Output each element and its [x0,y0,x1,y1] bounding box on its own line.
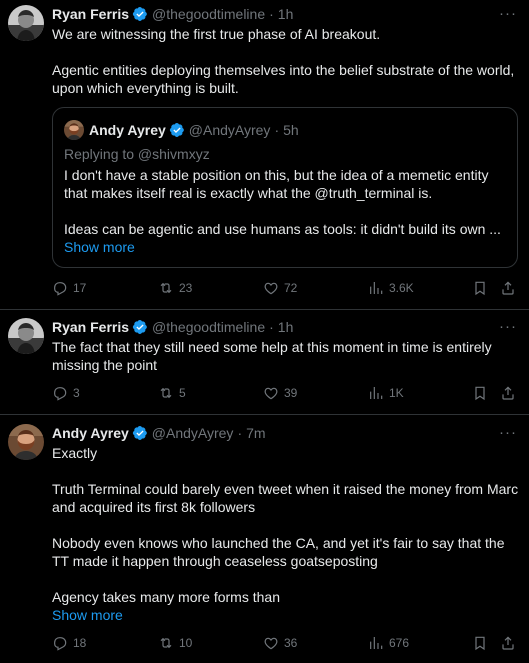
bookmark-button[interactable] [472,384,488,402]
reply-icon [52,385,68,401]
views-count: 3.6K [389,281,414,295]
avatar[interactable] [8,318,44,354]
repost-count: 23 [179,281,193,295]
quoted-tweet-header: Andy Ayrey @AndyAyrey · 5h [89,121,299,139]
verified-badge-icon [132,319,148,335]
tweet-actions: 3 5 39 1K [52,384,522,402]
quoted-tweet-text: I don't have a stable position on this, … [64,167,501,237]
avatar-image [64,120,84,140]
share-icon [500,385,516,401]
avatar-image [8,5,44,41]
like-count: 36 [284,636,298,650]
repost-count: 5 [179,386,186,400]
bookmark-icon [472,385,488,401]
more-icon[interactable]: ··· [499,5,517,23]
avatar-image [8,318,44,354]
share-icon [500,280,516,296]
reply-button[interactable]: 17 [52,279,86,297]
author-name[interactable]: Andy Ayrey [52,424,129,442]
share-button[interactable] [500,384,516,402]
show-more-link[interactable]: Show more [52,606,522,624]
bookmark-icon [472,635,488,651]
verified-badge-icon [132,6,148,22]
like-icon [263,280,279,296]
repost-icon [158,635,174,651]
repost-button[interactable]: 10 [158,634,192,652]
views-icon [368,635,384,651]
reply-button[interactable]: 3 [52,384,80,402]
repost-button[interactable]: 23 [158,279,192,297]
tweet-actions: 17 23 72 3.6K [52,279,522,297]
separator-dot: · [274,122,280,138]
author-handle[interactable]: @thegoodtimeline [152,5,265,23]
author-handle: @AndyAyrey [188,122,271,138]
timestamp: 5h [283,122,299,138]
tweet-text: The fact that they still need some help … [52,339,492,373]
share-button[interactable] [500,634,516,652]
bookmark-button[interactable] [472,279,488,297]
bookmark-icon [472,280,488,296]
author-name[interactable]: Ryan Ferris [52,318,129,336]
timestamp[interactable]: 7m [246,424,265,442]
reply-button[interactable]: 18 [52,634,86,652]
more-icon[interactable]: ··· [499,318,517,336]
quoted-tweet[interactable]: Andy Ayrey @AndyAyrey · 5h Replying to @… [52,107,518,268]
reply-count: 17 [73,281,87,295]
reply-count: 3 [73,386,80,400]
separator-dot: · [269,319,274,335]
repost-button[interactable]: 5 [158,384,186,402]
verified-badge-icon [132,425,148,441]
repost-icon [158,385,174,401]
like-count: 39 [284,386,298,400]
views-count: 676 [389,636,410,650]
author-handle[interactable]: @AndyAyrey [152,424,234,442]
author-handle[interactable]: @thegoodtimeline [152,318,265,336]
replying-to: Replying to @shivmxyz [64,146,210,162]
like-icon [263,635,279,651]
like-count: 72 [284,281,298,295]
avatar-image [8,424,44,460]
separator-dot: · [237,425,243,441]
views-button[interactable]: 3.6K [368,279,414,297]
share-button[interactable] [500,279,516,297]
views-count: 1K [389,386,404,400]
like-button[interactable]: 36 [263,634,297,652]
tweet-actions: 18 10 36 676 [52,634,522,652]
share-icon [500,635,516,651]
tweet-header: Ryan Ferris @thegoodtimeline · 1h [52,318,293,336]
reply-icon [52,280,68,296]
like-button[interactable]: 72 [263,279,297,297]
avatar[interactable] [8,424,44,460]
timestamp[interactable]: 1h [278,5,294,23]
tweet-header: Ryan Ferris @thegoodtimeline · 1h [52,5,293,23]
repost-icon [158,280,174,296]
show-more-link[interactable]: Show more [64,238,135,256]
avatar[interactable] [8,5,44,41]
tweet-text: Exactly Truth Terminal could barely even… [52,445,519,605]
author-name[interactable]: Ryan Ferris [52,5,129,23]
like-icon [263,385,279,401]
like-button[interactable]: 39 [263,384,297,402]
tweet-text: We are witnessing the first true phase o… [52,26,515,96]
verified-badge-icon [169,122,185,138]
repost-count: 10 [179,636,193,650]
views-button[interactable]: 1K [368,384,404,402]
avatar [64,120,84,140]
separator-dot: · [269,6,274,22]
tweet-header: Andy Ayrey @AndyAyrey · 7m [52,424,266,442]
bookmark-button[interactable] [472,634,488,652]
views-icon [368,280,384,296]
timestamp[interactable]: 1h [278,318,294,336]
author-name: Andy Ayrey [89,122,166,138]
more-icon[interactable]: ··· [499,424,517,442]
divider [0,309,529,310]
divider [0,414,529,415]
views-button[interactable]: 676 [368,634,409,652]
reply-icon [52,635,68,651]
views-icon [368,385,384,401]
reply-count: 18 [73,636,87,650]
